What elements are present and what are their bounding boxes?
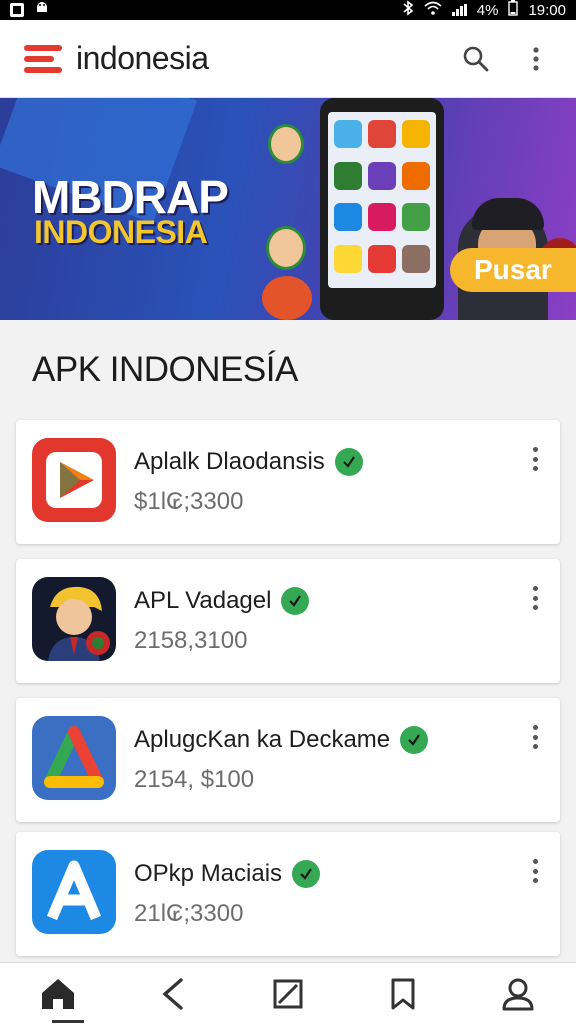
verified-badge-icon: [281, 587, 310, 615]
nav-back[interactable]: [145, 966, 201, 1022]
app-name: Aplalk Dlaodansis: [134, 448, 325, 475]
more-options-button[interactable]: [524, 856, 546, 886]
battery-level: 4%: [476, 1, 499, 19]
home-icon: [41, 978, 74, 1009]
verified-badge-icon: [334, 448, 363, 476]
promo-banner[interactable]: MBDRAP INDONESIA Pusar: [0, 98, 576, 320]
app-meta: 21l₢;3300: [134, 900, 244, 927]
nav-bookmark[interactable]: [375, 966, 431, 1022]
nav-edit[interactable]: [260, 966, 316, 1022]
bookmark-icon: [391, 978, 415, 1009]
clock: 19:00: [528, 1, 566, 19]
app-list-item[interactable]: APL Vadagel 2158,3100: [16, 559, 560, 683]
user-icon: [502, 978, 534, 1010]
edit-square-icon: [273, 979, 303, 1008]
app-list-item[interactable]: AplugcKan ka Deckame 2154, $100: [16, 698, 560, 822]
app-meta: $1l₢;3300: [134, 488, 244, 515]
more-vertical-icon: [533, 46, 539, 71]
wifi-icon: [424, 1, 442, 19]
app-meta: 2154, $100: [134, 766, 255, 793]
app-list-item[interactable]: OPkp Maciais 21l₢;3300: [16, 832, 560, 956]
battery-icon: [508, 0, 519, 20]
phone-illustration: [320, 98, 444, 320]
triangle-logo-icon: [32, 716, 116, 800]
search-icon: [463, 46, 489, 71]
app-bar: indonesia: [0, 20, 576, 98]
app-title: indonesia: [76, 40, 209, 76]
play-store-icon: [32, 438, 116, 522]
bluetooth-icon: [402, 0, 414, 20]
more-options-button[interactable]: [524, 444, 546, 474]
active-tab-indicator: [52, 1020, 84, 1023]
app-name: OPkp Maciais: [134, 860, 283, 887]
search-button[interactable]: [460, 43, 492, 75]
cartoon-character-icon: [266, 226, 306, 270]
officer-cap: [472, 198, 544, 230]
verified-badge-icon: [400, 726, 429, 754]
bottom-navigation: [0, 962, 576, 1024]
more-options-button[interactable]: [524, 722, 546, 752]
app-meta: 2158,3100: [134, 627, 248, 654]
section-title: APK INDONESÍA: [32, 350, 298, 389]
verified-badge-icon: [292, 860, 321, 888]
screen: 4% 19:00 indonesia MBDRAP INDONESIA Pusa…: [0, 0, 576, 1024]
overflow-menu-button[interactable]: [520, 43, 552, 75]
banner-subtitle: INDONESIA: [34, 214, 208, 250]
nav-home[interactable]: [30, 966, 86, 1022]
nav-profile[interactable]: [490, 966, 546, 1022]
cartoon-fox-icon: [262, 276, 312, 320]
app-name: APL Vadagel: [134, 587, 272, 614]
android-icon: [34, 0, 50, 20]
app-logo-icon: [24, 44, 62, 73]
banner-cta-button[interactable]: Pusar: [450, 248, 576, 292]
app-name: AplugcKan ka Deckame: [134, 726, 391, 753]
signal-icon: [451, 4, 467, 16]
cartoon-man-icon: [32, 577, 116, 661]
cartoon-character-icon: [268, 124, 304, 164]
status-bar: 4% 19:00: [0, 0, 576, 20]
chevron-left-icon: [162, 977, 183, 1010]
letter-a-icon: [32, 850, 116, 934]
app-list-item[interactable]: Aplalk Dlaodansis $1l₢;3300: [16, 420, 560, 544]
notification-icon: [10, 3, 24, 17]
more-options-button[interactable]: [524, 583, 546, 613]
